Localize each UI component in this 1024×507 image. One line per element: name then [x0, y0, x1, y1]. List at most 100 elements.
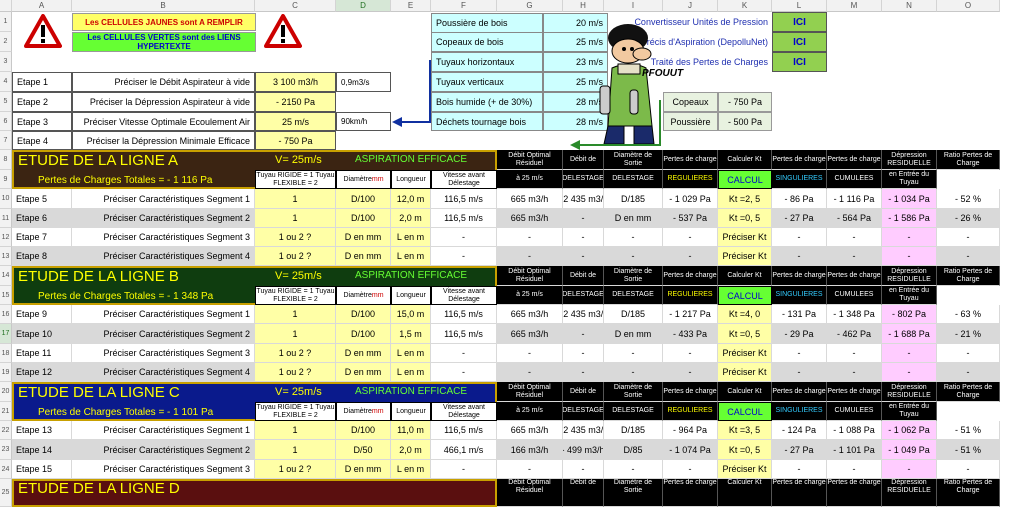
- etape-label-4[interactable]: Préciser la Dépression Minimale Efficace: [72, 131, 255, 150]
- segment-cell-f[interactable]: -: [431, 460, 497, 479]
- segment-cell-o[interactable]: -: [937, 344, 1000, 363]
- segment-cell-f[interactable]: -: [431, 247, 497, 266]
- segment-cell-h[interactable]: -: [563, 460, 604, 479]
- segment-cell-f[interactable]: 116,5 m/s: [431, 324, 497, 344]
- row-header-10[interactable]: 10: [0, 189, 12, 209]
- segment-label[interactable]: Préciser Caractéristiques Segment 2: [72, 440, 255, 460]
- segment-cell-l[interactable]: -: [772, 228, 827, 247]
- segment-number[interactable]: Etape 10: [12, 324, 72, 344]
- segment-cell-c[interactable]: 1: [255, 440, 336, 460]
- segment-cell-l[interactable]: -: [772, 247, 827, 266]
- min-dep-value-1[interactable]: - 750 Pa: [718, 92, 772, 112]
- segment-cell-i[interactable]: D/185: [604, 421, 663, 440]
- segment-cell-n[interactable]: -: [882, 228, 937, 247]
- segment-cell-e[interactable]: 2,0 m: [391, 209, 431, 228]
- link-button-2[interactable]: ICI: [772, 32, 827, 52]
- segment-cell-h[interactable]: - 2 435 m3/h: [563, 421, 604, 440]
- segment-cell-n[interactable]: -: [882, 247, 937, 266]
- segment-cell-k[interactable]: Préciser Kt: [718, 460, 772, 479]
- segment-cell-g[interactable]: -: [497, 344, 563, 363]
- segment-label[interactable]: Préciser Caractéristiques Segment 2: [72, 324, 255, 344]
- segment-cell-f[interactable]: 116,5 m/s: [431, 421, 497, 440]
- segment-cell-f[interactable]: 116,5 m/s: [431, 189, 497, 209]
- column-header-a[interactable]: A: [12, 0, 72, 12]
- segment-cell-n[interactable]: - 1 062 Pa: [882, 421, 937, 440]
- segment-cell-c[interactable]: 1: [255, 324, 336, 344]
- etape-extra-1[interactable]: 0,9m3/s: [336, 72, 391, 92]
- segment-cell-e[interactable]: L en m: [391, 344, 431, 363]
- segment-cell-k[interactable]: Préciser Kt: [718, 363, 772, 382]
- row-header-6[interactable]: 6: [0, 112, 12, 131]
- segment-cell-d[interactable]: D/100: [336, 189, 391, 209]
- segment-cell-n[interactable]: - 1 586 Pa: [882, 209, 937, 228]
- segment-cell-n[interactable]: -: [882, 460, 937, 479]
- segment-cell-e[interactable]: 1,5 m: [391, 324, 431, 344]
- segment-cell-c[interactable]: 1 ou 2 ?: [255, 247, 336, 266]
- row-header-12[interactable]: 12: [0, 228, 12, 247]
- row-header-22[interactable]: 22: [0, 421, 12, 440]
- segment-cell-j[interactable]: - 1 074 Pa: [663, 440, 718, 460]
- segment-cell-c[interactable]: 1: [255, 189, 336, 209]
- segment-cell-m[interactable]: -: [827, 247, 882, 266]
- segment-cell-l[interactable]: - 131 Pa: [772, 305, 827, 324]
- segment-cell-m[interactable]: -: [827, 228, 882, 247]
- segment-cell-h[interactable]: -: [563, 228, 604, 247]
- row-header-1[interactable]: 1: [0, 12, 12, 32]
- segment-cell-j[interactable]: -: [663, 363, 718, 382]
- segment-cell-h[interactable]: - 499 m3/h: [563, 440, 604, 460]
- segment-cell-i[interactable]: -: [604, 363, 663, 382]
- row-header-7[interactable]: 7: [0, 131, 12, 150]
- segment-cell-m[interactable]: -: [827, 460, 882, 479]
- segment-number[interactable]: Etape 11: [12, 344, 72, 363]
- row-header-13[interactable]: 13: [0, 247, 12, 266]
- segment-cell-h[interactable]: - 2 435 m3/h: [563, 305, 604, 324]
- segment-cell-e[interactable]: L en m: [391, 247, 431, 266]
- segment-cell-e[interactable]: 15,0 m: [391, 305, 431, 324]
- row-header-3[interactable]: 3: [0, 52, 12, 72]
- segment-cell-i[interactable]: D/185: [604, 189, 663, 209]
- segment-number[interactable]: Etape 6: [12, 209, 72, 228]
- column-header-n[interactable]: N: [882, 0, 937, 12]
- calcul-button-b[interactable]: CALCUL: [718, 286, 772, 305]
- segment-cell-h[interactable]: -: [563, 363, 604, 382]
- segment-cell-n[interactable]: - 1 034 Pa: [882, 189, 937, 209]
- segment-cell-d[interactable]: D/50: [336, 440, 391, 460]
- segment-cell-c[interactable]: 1 ou 2 ?: [255, 363, 336, 382]
- segment-cell-f[interactable]: 116,5 m/s: [431, 305, 497, 324]
- speed-label-1[interactable]: Poussière de bois: [431, 13, 543, 33]
- column-header-m[interactable]: M: [827, 0, 882, 12]
- segment-cell-m[interactable]: - 1 088 Pa: [827, 421, 882, 440]
- segment-cell-h[interactable]: -: [563, 344, 604, 363]
- segment-number[interactable]: Etape 7: [12, 228, 72, 247]
- segment-cell-j[interactable]: - 1 029 Pa: [663, 189, 718, 209]
- segment-cell-e[interactable]: 12,0 m: [391, 189, 431, 209]
- segment-cell-k[interactable]: Kt =0, 5: [718, 440, 772, 460]
- segment-cell-g[interactable]: 665 m3/h: [497, 189, 563, 209]
- segment-cell-o[interactable]: - 51 %: [937, 440, 1000, 460]
- segment-cell-f[interactable]: -: [431, 228, 497, 247]
- segment-cell-f[interactable]: -: [431, 363, 497, 382]
- column-header-h[interactable]: H: [563, 0, 604, 12]
- segment-cell-m[interactable]: - 1 116 Pa: [827, 189, 882, 209]
- segment-cell-k[interactable]: Préciser Kt: [718, 247, 772, 266]
- segment-cell-i[interactable]: D/185: [604, 305, 663, 324]
- segment-label[interactable]: Préciser Caractéristiques Segment 4: [72, 247, 255, 266]
- segment-number[interactable]: Etape 9: [12, 305, 72, 324]
- segment-cell-e[interactable]: L en m: [391, 363, 431, 382]
- etape-value-4[interactable]: - 750 Pa: [255, 131, 336, 150]
- column-header-f[interactable]: F: [431, 0, 497, 12]
- segment-cell-n[interactable]: - 1 688 Pa: [882, 324, 937, 344]
- segment-cell-d[interactable]: D en mm: [336, 247, 391, 266]
- column-header-b[interactable]: B: [72, 0, 255, 12]
- row-header-4[interactable]: 4: [0, 72, 12, 92]
- segment-cell-d[interactable]: D/100: [336, 324, 391, 344]
- etape-extra-3[interactable]: 90km/h: [336, 112, 391, 131]
- segment-cell-h[interactable]: -: [563, 247, 604, 266]
- etape-label-3[interactable]: Préciser Vitesse Optimale Ecoulement Air: [72, 112, 255, 131]
- link-button-3[interactable]: ICI: [772, 52, 827, 72]
- segment-cell-h[interactable]: -: [563, 324, 604, 344]
- column-header-l[interactable]: L: [772, 0, 827, 12]
- min-dep-value-2[interactable]: - 500 Pa: [718, 112, 772, 131]
- segment-number[interactable]: Etape 8: [12, 247, 72, 266]
- column-header-g[interactable]: G: [497, 0, 563, 12]
